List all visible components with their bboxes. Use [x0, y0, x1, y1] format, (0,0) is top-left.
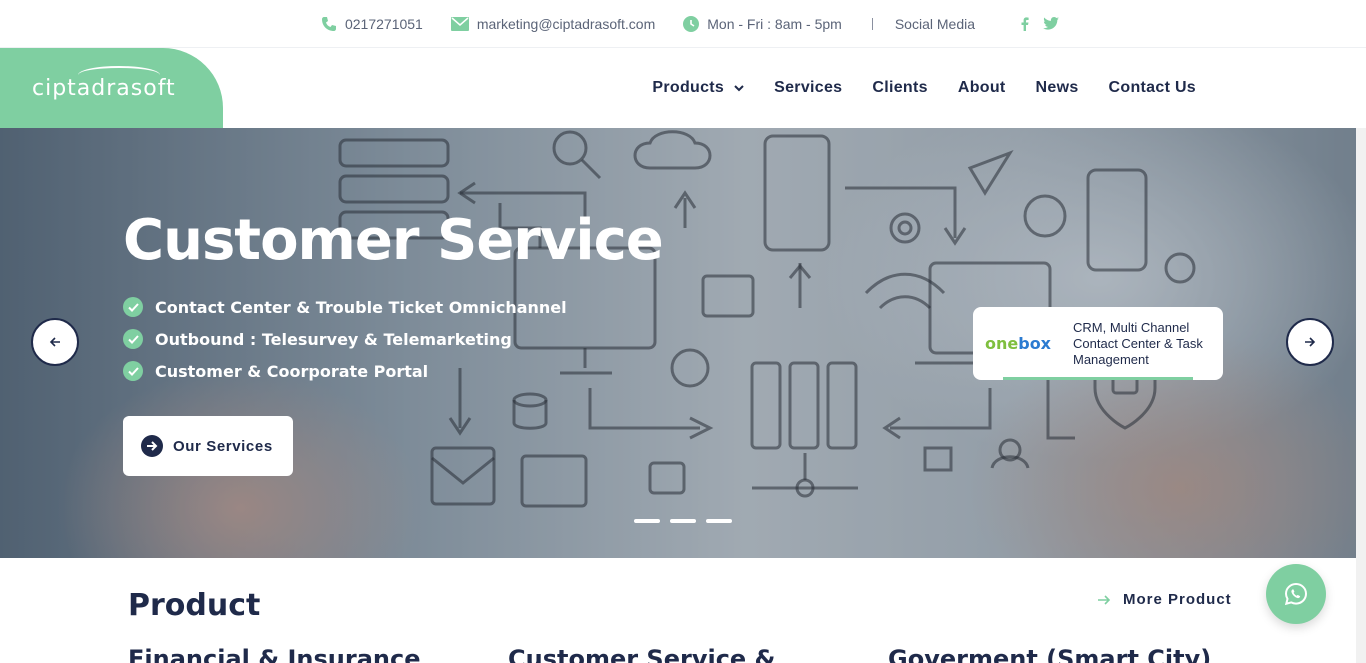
more-product-label: More Product: [1123, 591, 1232, 608]
feature-text: Contact Center & Trouble Ticket Omnichan…: [155, 297, 567, 317]
card-description: CRM, Multi Channel Contact Center & Task…: [1073, 319, 1203, 367]
card-progress-bar: [1003, 377, 1193, 380]
onebox-logo-part2: box: [1018, 334, 1051, 353]
office-hours: Mon - Fri : 8am - 5pm: [707, 15, 842, 32]
logo[interactable]: ciptadrasoft: [0, 48, 223, 128]
list-item: Customer & Coorporate Portal: [123, 355, 567, 387]
main-nav: Products Services Clients About News Con…: [622, 48, 1196, 128]
list-item: Contact Center & Trouble Ticket Omnichan…: [123, 291, 567, 323]
feature-text: Outbound : Telesurvey & Telemarketing: [155, 329, 512, 349]
hero-title: Customer Service: [123, 208, 664, 273]
clock-icon: [683, 15, 700, 32]
twitter-icon[interactable]: [1043, 17, 1059, 30]
hours-item: Mon - Fri : 8am - 5pm: [683, 15, 842, 32]
email-address: marketing@ciptadrasoft.com: [476, 15, 656, 32]
slider-dot-3[interactable]: [706, 519, 732, 523]
whatsapp-icon: [1284, 582, 1308, 606]
email-icon: [450, 16, 469, 31]
nav-clients[interactable]: Clients: [872, 79, 927, 97]
slider-next-button[interactable]: [1286, 318, 1334, 366]
arrow-left-icon: [49, 337, 60, 347]
chevron-down-icon: [734, 84, 744, 92]
facebook-icon[interactable]: [1021, 16, 1029, 31]
onebox-logo: onebox: [985, 334, 1073, 353]
page-scrollbar[interactable]: [1356, 128, 1366, 663]
divider: [871, 17, 873, 30]
category-customer-service[interactable]: Customer Service &: [508, 645, 775, 663]
our-services-label: Our Services: [173, 437, 273, 455]
our-services-button[interactable]: Our Services: [123, 416, 293, 476]
slider-dot-1[interactable]: [634, 519, 660, 523]
feature-text: Customer & Coorporate Portal: [155, 361, 429, 381]
top-contact-bar: 0217271051 marketing@ciptadrasoft.com Mo…: [0, 0, 1366, 48]
arrow-right-icon: [1305, 337, 1316, 347]
product-section-title: Product: [128, 588, 261, 623]
whatsapp-button[interactable]: [1266, 564, 1326, 624]
phone-item[interactable]: 0217271051: [321, 16, 423, 32]
nav-products[interactable]: Products: [652, 79, 744, 97]
main-header: ciptadrasoft Products Services Clients A…: [0, 48, 1366, 128]
onebox-product-card[interactable]: onebox CRM, Multi Channel Contact Center…: [973, 307, 1223, 380]
nav-contact-us[interactable]: Contact Us: [1109, 79, 1196, 97]
list-item: Outbound : Telesurvey & Telemarketing: [123, 323, 567, 355]
onebox-logo-part1: one: [985, 334, 1019, 353]
hero-slider: Customer Service Contact Center & Troubl…: [0, 128, 1356, 558]
nav-products-label: Products: [652, 79, 725, 96]
category-financial-insurance[interactable]: Financial & Insurance: [128, 645, 421, 663]
category-government-smart-city[interactable]: Goverment (Smart City): [888, 645, 1211, 663]
social-label: Social Media: [895, 16, 975, 32]
check-icon: [123, 329, 143, 349]
hero-feature-list: Contact Center & Trouble Ticket Omnichan…: [123, 291, 567, 387]
logo-swoosh-icon: [78, 65, 160, 84]
social-links: [1007, 16, 1059, 31]
nav-services[interactable]: Services: [774, 79, 842, 97]
email-item[interactable]: marketing@ciptadrasoft.com: [450, 15, 656, 32]
phone-icon: [321, 16, 336, 31]
check-icon: [123, 297, 143, 317]
nav-about[interactable]: About: [958, 79, 1006, 97]
slider-dots: [634, 519, 742, 523]
slider-prev-button[interactable]: [31, 318, 79, 366]
social-media-label: Social Media: [894, 15, 975, 32]
phone-number: 0217271051: [344, 15, 423, 32]
slider-dot-2[interactable]: [670, 519, 696, 523]
nav-news[interactable]: News: [1036, 79, 1079, 97]
arrow-right-icon: [141, 435, 163, 457]
check-icon: [123, 361, 143, 381]
arrow-right-icon: [1098, 594, 1111, 605]
more-product-link[interactable]: More Product: [1097, 591, 1232, 608]
